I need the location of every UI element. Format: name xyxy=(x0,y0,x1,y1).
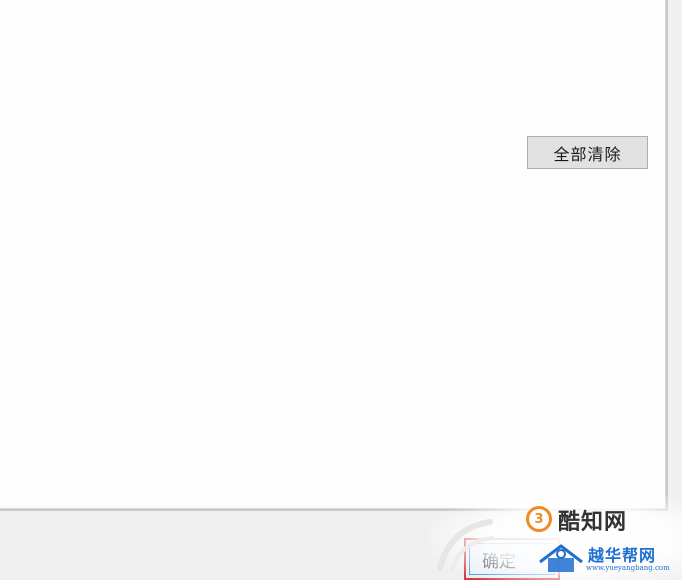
clear-all-button[interactable]: 全部清除 xyxy=(527,136,648,169)
ok-button[interactable]: 确定 xyxy=(464,538,560,580)
dialog-footer xyxy=(0,514,682,580)
pane-border xyxy=(0,0,668,511)
ok-button-label: 确定 xyxy=(482,551,516,572)
dialog-window: 全部清除 确定 3 酷知网 越华帮网 www.yueyangbang.com xyxy=(0,0,682,580)
